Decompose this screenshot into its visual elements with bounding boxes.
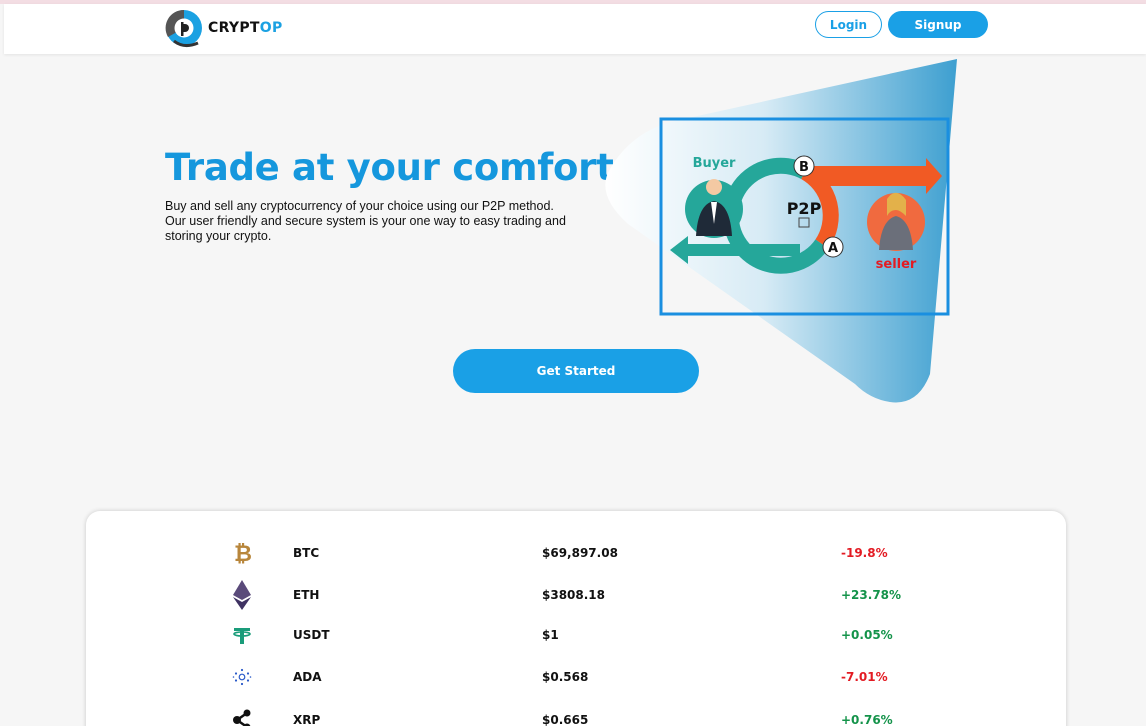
coin-change: -7.01%	[841, 670, 888, 684]
coin-change: +0.05%	[841, 628, 893, 642]
coin-price: $69,897.08	[542, 546, 618, 560]
coin-row-eth[interactable]: ETH $3808.18 +23.78%	[86, 580, 1066, 610]
coin-price: $0.665	[542, 713, 589, 726]
ethereum-icon	[232, 580, 252, 610]
coin-change: -19.8%	[841, 546, 888, 560]
ripple-icon	[232, 707, 254, 726]
signup-button[interactable]: Signup	[888, 11, 988, 38]
coin-change: +23.78%	[841, 588, 902, 602]
coin-price: $3808.18	[542, 588, 606, 602]
login-button[interactable]: Login	[815, 11, 882, 38]
hero-description: Buy and sell any cryptocurrency of your …	[165, 199, 566, 243]
coin-row-usdt[interactable]: USDT $1 +0.05%	[86, 620, 1066, 650]
top-navbar: CRYPTOP Login Signup	[4, 4, 1146, 54]
tether-icon	[232, 622, 252, 648]
seller-label: seller	[876, 257, 917, 272]
coin-price: $1	[542, 628, 559, 642]
coin-symbol: USDT	[293, 628, 330, 642]
coin-change: +0.76%	[841, 713, 893, 726]
logo-icon	[164, 7, 206, 49]
svg-text:₿: ₿	[234, 542, 252, 566]
coin-row-btc[interactable]: ₿ BTC $69,897.08 -19.8%	[86, 538, 1066, 568]
cardano-icon	[232, 664, 252, 690]
coin-price-table: ₿ BTC $69,897.08 -19.8% ETH $3808.18 +23…	[86, 511, 1066, 726]
coin-symbol: BTC	[293, 546, 320, 560]
coin-row-xrp[interactable]: XRP $0.665 +0.76%	[86, 705, 1066, 726]
bitcoin-icon: ₿	[232, 540, 254, 566]
p2p-label: P2P	[787, 199, 822, 218]
marker-b: B	[799, 160, 809, 175]
hero-title: Trade at your comfort	[165, 146, 614, 189]
marker-a: A	[828, 241, 838, 256]
p2p-illustration: B A P2P Buyer seller	[600, 54, 960, 404]
coin-symbol: XRP	[293, 713, 321, 726]
coin-symbol: ETH	[293, 588, 320, 602]
coin-price: $0.568	[542, 670, 589, 684]
brand-logo[interactable]: CRYPTOP	[164, 6, 283, 50]
coin-symbol: ADA	[293, 670, 322, 684]
buyer-label: Buyer	[693, 156, 736, 171]
brand-name: CRYPTOP	[208, 20, 283, 36]
coin-row-ada[interactable]: ADA $0.568 -7.01%	[86, 662, 1066, 692]
